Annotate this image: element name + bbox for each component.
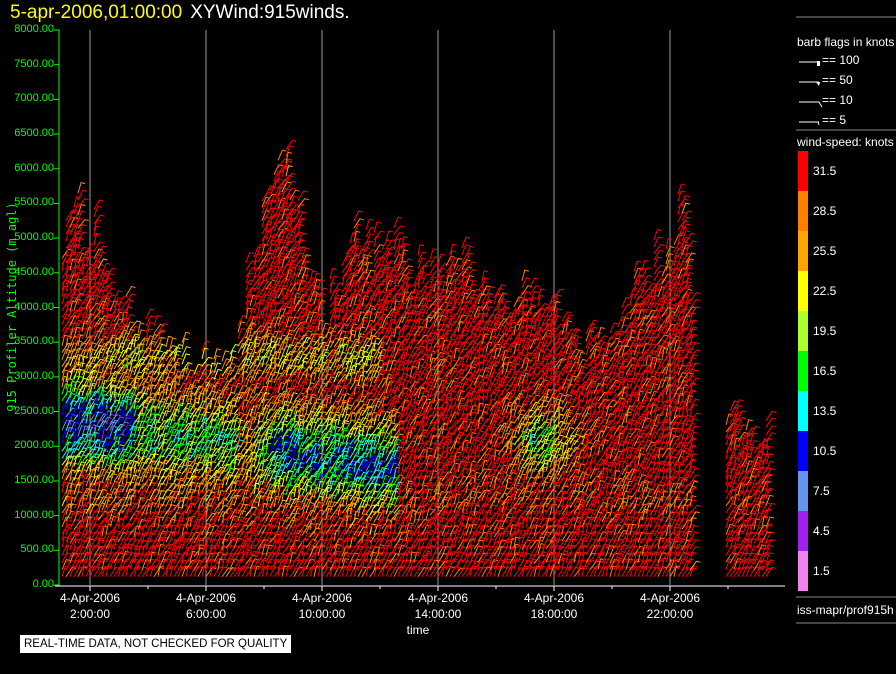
wind-barb bbox=[77, 181, 86, 194]
wind-barb bbox=[93, 214, 105, 225]
wind-barb bbox=[265, 435, 274, 448]
wind-barb bbox=[113, 290, 123, 302]
barbs-layer bbox=[61, 139, 777, 578]
wind-barb bbox=[105, 267, 117, 278]
wind-barb bbox=[481, 270, 489, 282]
wind-barb bbox=[353, 545, 363, 557]
wind-barb bbox=[333, 418, 341, 431]
wind-barb bbox=[429, 248, 438, 260]
wind-barb bbox=[321, 470, 333, 481]
wind-barb bbox=[365, 261, 373, 274]
wind-barb bbox=[465, 269, 477, 279]
wind-barb bbox=[485, 286, 495, 297]
wind-barb bbox=[137, 322, 145, 334]
wind-barb bbox=[181, 331, 191, 343]
wind-barb bbox=[213, 348, 222, 360]
wind-barb bbox=[509, 456, 520, 468]
wind-barb bbox=[389, 367, 399, 379]
wind-barb bbox=[97, 245, 108, 256]
wind-barb bbox=[401, 306, 412, 317]
wind-barb bbox=[93, 199, 104, 210]
wind-barb bbox=[309, 499, 321, 510]
wind-barb bbox=[365, 218, 374, 230]
wind-barb bbox=[293, 218, 305, 229]
wind-barb bbox=[77, 327, 85, 339]
wind-barb bbox=[237, 426, 246, 439]
wind-barb bbox=[145, 315, 156, 327]
wind-barb bbox=[61, 475, 71, 487]
wind-barb bbox=[405, 529, 413, 542]
wind-barb bbox=[445, 413, 456, 425]
wind-barb bbox=[285, 139, 297, 150]
wind-barb bbox=[461, 236, 471, 248]
wind-barb bbox=[105, 307, 113, 320]
wind-barb bbox=[401, 379, 409, 392]
wind-barb bbox=[81, 263, 89, 276]
wind-barb bbox=[297, 198, 309, 208]
wind-barb bbox=[513, 543, 521, 556]
wind-barb bbox=[369, 523, 377, 535]
wind-barb bbox=[237, 315, 247, 326]
wind-barb bbox=[353, 218, 365, 229]
wind-barb bbox=[417, 244, 425, 256]
wind-barb bbox=[385, 260, 396, 271]
wind-barb bbox=[157, 343, 166, 356]
wind-barb bbox=[397, 260, 407, 272]
wind-barb bbox=[101, 379, 110, 391]
wind-barb bbox=[189, 489, 198, 501]
wind-barb bbox=[521, 277, 531, 289]
wind-barb bbox=[217, 450, 228, 461]
wind-barb bbox=[253, 246, 262, 258]
wind-barb bbox=[381, 316, 391, 328]
wind-barb bbox=[241, 448, 252, 460]
wind-barb bbox=[169, 457, 180, 468]
wind-barb-plot bbox=[54, 16, 896, 624]
wind-barb bbox=[317, 287, 328, 298]
wind-barb bbox=[381, 261, 393, 272]
wind-barb bbox=[77, 198, 89, 208]
wind-barb bbox=[125, 293, 137, 304]
wind-barb bbox=[149, 431, 157, 444]
wind-barb bbox=[261, 452, 270, 465]
wind-barb bbox=[401, 242, 410, 255]
wind-barb bbox=[285, 234, 295, 246]
wind-barb bbox=[417, 251, 427, 263]
wind-barb bbox=[373, 221, 382, 233]
wind-barb bbox=[469, 279, 477, 292]
wind-barb bbox=[465, 245, 475, 257]
wind-barb bbox=[77, 219, 89, 229]
wind-barb bbox=[437, 253, 446, 265]
wind-barb bbox=[373, 230, 385, 241]
